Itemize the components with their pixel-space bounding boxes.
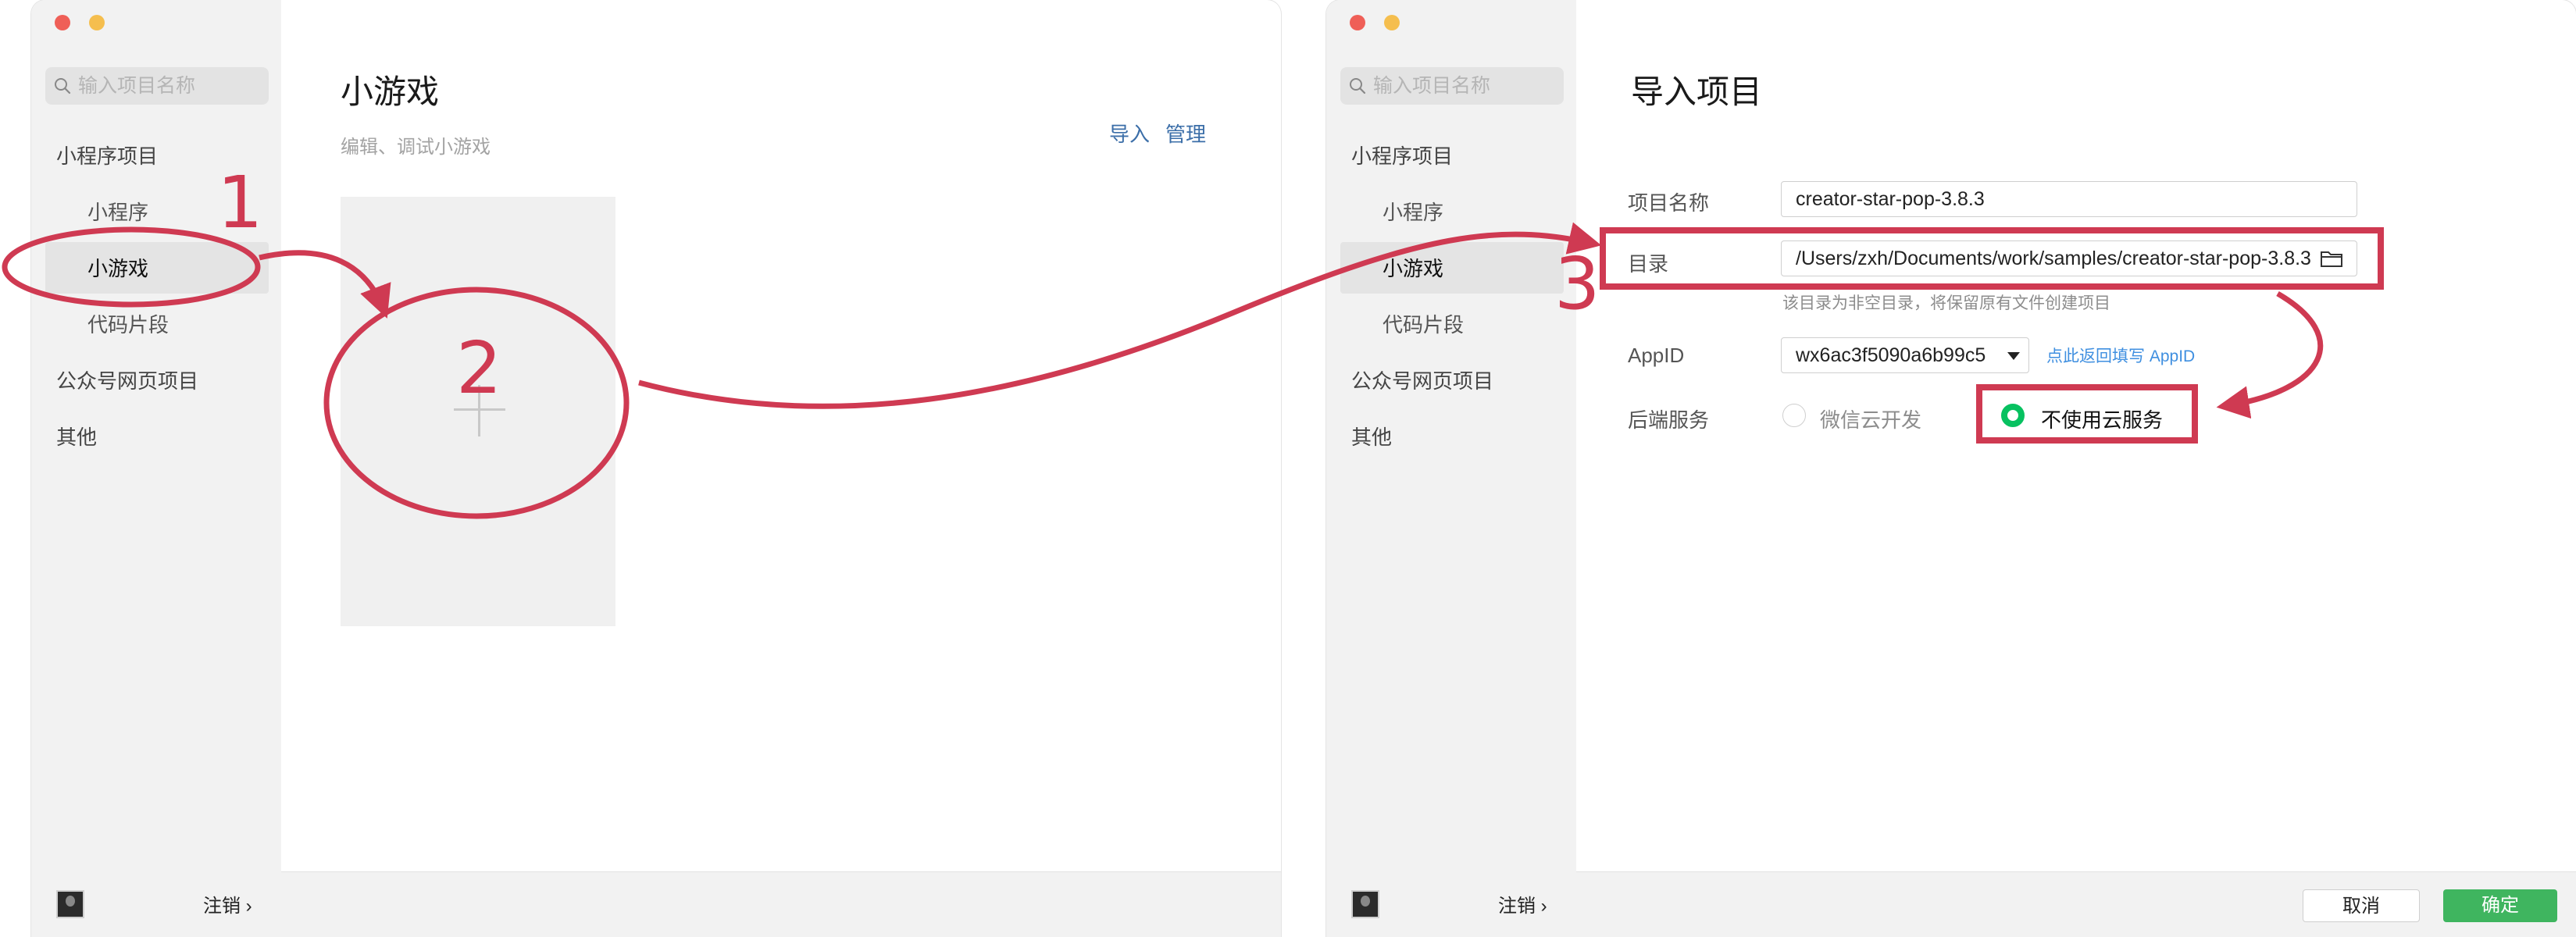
step-number-2: 2 [456,326,502,410]
project-search [45,67,269,105]
logout-label: 注销 [203,896,241,917]
chevron-down-icon [2007,352,2020,360]
project-name-input[interactable]: creator-star-pop-3.8.3 [1781,181,2357,217]
appid-select[interactable]: wx6ac3f5090a6b99c5 [1781,337,2029,373]
page-subtitle: 编辑、调试小游戏 [341,137,491,158]
logout-button[interactable]: 注销 › [203,890,252,917]
project-search [1340,67,1564,105]
sidebar-category-other[interactable]: 其他 [1351,422,1392,451]
step-number-1: 1 [217,161,263,244]
import-project-window: 小程序项目 小程序 小游戏 代码片段 公众号网页项目 其他 注销 › 导入项目 … [1326,0,2576,937]
backend-service-label: 后端服务 [1628,408,1710,432]
logout-button[interactable]: 注销 › [1498,890,1547,917]
manage-link[interactable]: 管理 [1165,119,1206,148]
return-fill-appid-suffix: AppID [2149,347,2196,365]
footer-bar: 取消 确定 [1576,871,2576,937]
close-window-button[interactable] [55,15,70,30]
import-link[interactable]: 导入 [1109,119,1150,148]
page-title: 小游戏 [341,73,440,110]
sidebar-category-other[interactable]: 其他 [56,422,97,451]
directory-input[interactable]: /Users/zxh/Documents/work/samples/creato… [1781,240,2357,276]
appid-label: AppID [1628,344,1685,367]
radio-no-cloud-label: 不使用云服务 [2041,408,2164,432]
radio-wechat-cloud[interactable] [1782,404,1806,427]
search-icon [55,78,71,94]
sidebar-selection-highlight [45,242,269,294]
step-number-3: 3 [1554,242,1600,326]
project-manager-window: 小程序项目 小程序 小游戏 代码片段 公众号网页项目 其他 注销 › 小游戏 编… [31,0,1281,937]
user-avatar[interactable] [1351,890,1379,918]
sidebar-item-code-snippet[interactable]: 代码片段 [87,309,169,338]
sidebar-item-miniprogram[interactable]: 小程序 [1383,197,1443,226]
return-fill-appid-text: 点此返回填写 [2046,347,2145,365]
sidebar-item-minigame[interactable]: 小游戏 [1383,253,1443,282]
folder-icon[interactable] [2320,249,2343,268]
radio-no-cloud[interactable] [2001,404,2025,427]
page-title: 导入项目 [1631,73,1763,110]
directory-label: 目录 [1628,252,1669,276]
user-avatar[interactable] [56,890,84,918]
chevron-right-icon: › [245,896,252,917]
radio-wechat-cloud-label: 微信云开发 [1820,408,1922,432]
cancel-button[interactable]: 取消 [2303,889,2420,922]
project-name-label: 项目名称 [1628,191,1710,215]
sidebar-category-miniprogram-projects[interactable]: 小程序项目 [56,141,158,169]
chevron-right-icon: › [1540,896,1547,917]
minimize-window-button[interactable] [1384,15,1400,30]
close-window-button[interactable] [1350,15,1365,30]
sidebar-item-miniprogram[interactable]: 小程序 [87,197,148,226]
minimize-window-button[interactable] [89,15,105,30]
search-input[interactable] [78,67,262,105]
sidebar-category-official-account-web[interactable]: 公众号网页项目 [1351,365,1493,394]
return-fill-appid-link[interactable]: 点此返回填写 AppID [2046,344,2195,367]
footer-bar [281,871,1281,937]
sidebar-selection-highlight [1340,242,1564,294]
sidebar: 小程序项目 小程序 小游戏 代码片段 公众号网页项目 其他 注销 › [31,0,281,937]
sidebar: 小程序项目 小程序 小游戏 代码片段 公众号网页项目 其他 注销 › [1326,0,1576,937]
sidebar-category-official-account-web[interactable]: 公众号网页项目 [56,365,198,394]
sidebar-category-miniprogram-projects[interactable]: 小程序项目 [1351,141,1453,169]
sidebar-item-code-snippet[interactable]: 代码片段 [1383,309,1464,338]
sidebar-item-minigame[interactable]: 小游戏 [87,253,148,282]
logout-label: 注销 [1498,896,1536,917]
search-icon [1350,78,1366,94]
confirm-button[interactable]: 确定 [2443,889,2557,922]
search-input[interactable] [1373,67,1557,105]
directory-hint: 该目录为非空目录，将保留原有文件创建项目 [1782,294,2110,312]
